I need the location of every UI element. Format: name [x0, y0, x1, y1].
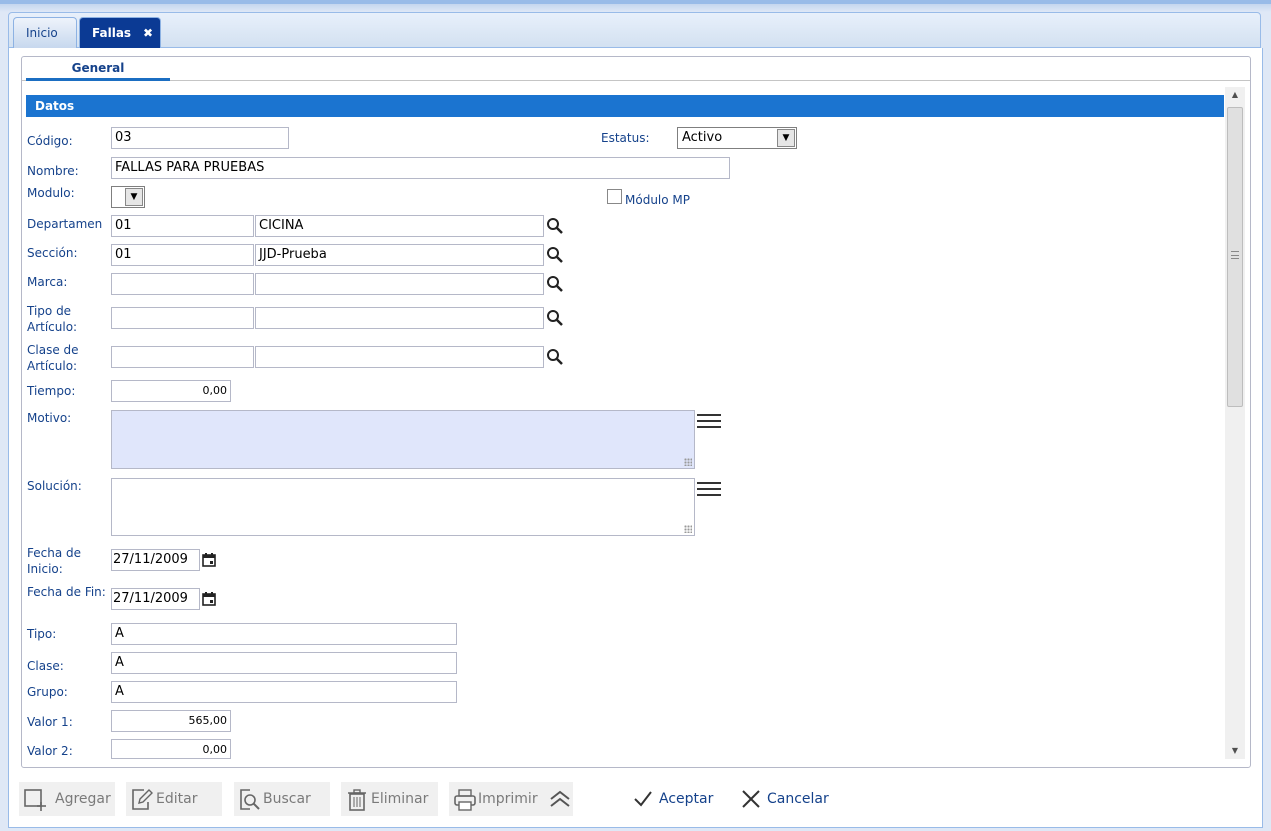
tiempo-label: Tiempo: — [27, 384, 76, 398]
close-icon[interactable]: ✖ — [143, 18, 153, 48]
check-icon — [634, 791, 652, 807]
fecha-fin-field[interactable]: 27/11/2009 — [111, 588, 200, 610]
valor1-field[interactable]: 565,00 — [111, 710, 231, 732]
calendar-icon[interactable] — [202, 592, 216, 606]
trash-icon — [348, 789, 366, 811]
tab-bar: Inicio Fallas ✖ — [8, 12, 1261, 48]
nombre-field[interactable]: FALLAS PARA PRUEBAS — [111, 157, 730, 179]
agregar-button[interactable]: Agregar — [19, 782, 115, 816]
search-icon[interactable] — [545, 274, 565, 294]
clase-field[interactable]: A — [111, 652, 457, 674]
cancelar-label: Cancelar — [767, 791, 829, 807]
eliminar-button[interactable]: Eliminar — [341, 782, 438, 816]
search-icon[interactable] — [545, 347, 565, 367]
search-icon — [240, 789, 260, 810]
subtab-bar: General — [22, 57, 1250, 81]
grupo-field[interactable]: A — [111, 681, 457, 703]
tiempo-field[interactable]: 0,00 — [111, 380, 231, 402]
seccion-name-field[interactable]: JJD-Prueba — [255, 244, 544, 266]
seccion-label: Sección: — [27, 246, 78, 260]
menu-icon[interactable] — [697, 414, 721, 434]
fecha-fin-label: Fecha de Fin: — [27, 585, 106, 599]
departamento-code-field[interactable]: 01 — [111, 215, 254, 237]
editar-button[interactable]: Editar — [126, 782, 222, 816]
marca-name-field[interactable] — [255, 273, 544, 295]
double-chevron-up-icon[interactable] — [549, 788, 571, 810]
tab-inicio[interactable]: Inicio — [13, 17, 77, 48]
estatus-value: Activo — [682, 130, 723, 145]
valor2-field[interactable]: 0,00 — [111, 739, 231, 759]
modulo-select[interactable]: ▼ — [111, 186, 145, 208]
codigo-field[interactable]: 03 — [111, 127, 289, 149]
aceptar-label: Aceptar — [659, 791, 714, 807]
codigo-label: Código: — [27, 134, 73, 148]
departamento-name-field[interactable]: CICINA — [255, 215, 544, 237]
aceptar-button[interactable]: Aceptar — [633, 782, 713, 816]
chevron-down-icon[interactable]: ▼ — [125, 188, 143, 206]
clase-label: Clase: — [27, 659, 64, 673]
estatus-select[interactable]: Activo ▼ — [677, 127, 797, 149]
search-icon[interactable] — [545, 308, 565, 328]
resize-handle-icon[interactable] — [684, 525, 692, 533]
clase-articulo-label: Clase de Artículo: — [27, 343, 79, 373]
marca-code-field[interactable] — [111, 273, 254, 295]
fecha-inicio-field[interactable]: 27/11/2009 — [111, 549, 200, 571]
buscar-label: Buscar — [263, 791, 311, 807]
resize-handle-icon[interactable] — [684, 458, 692, 466]
agregar-label: Agregar — [55, 791, 111, 807]
fecha-inicio-label: Fecha de Inicio: — [27, 546, 81, 576]
marca-label: Marca: — [27, 275, 68, 289]
scroll-up-arrow-icon[interactable]: ▲ — [1225, 87, 1245, 103]
clase-articulo-code-field[interactable] — [111, 346, 254, 368]
clase-articulo-name-field[interactable] — [255, 346, 544, 368]
imprimir-button[interactable]: Imprimir — [449, 782, 573, 816]
scroll-thumb[interactable] — [1227, 107, 1243, 407]
motivo-label: Motivo: — [27, 411, 72, 425]
add-icon — [24, 789, 46, 811]
close-icon — [742, 790, 760, 808]
departamento-label: Departamen — [27, 217, 103, 231]
cancelar-button[interactable]: Cancelar — [741, 782, 829, 816]
tab-fallas[interactable]: Fallas ✖ — [79, 17, 161, 48]
tab-fallas-label: Fallas — [92, 26, 132, 40]
tipo-articulo-name-field[interactable] — [255, 307, 544, 329]
menu-icon[interactable] — [697, 482, 721, 502]
valor1-label: Valor 1: — [27, 715, 73, 729]
motivo-textarea[interactable] — [111, 410, 695, 469]
vertical-scrollbar[interactable]: ▲ ▼ — [1225, 87, 1245, 759]
nombre-label: Nombre: — [27, 164, 79, 178]
app-window: Inicio Fallas ✖ General Datos ▲ ▼ Código:… — [0, 0, 1271, 831]
calendar-icon[interactable] — [202, 553, 216, 567]
tipo-label: Tipo: — [27, 627, 57, 641]
eliminar-label: Eliminar — [371, 791, 429, 807]
tab-general[interactable]: General — [26, 57, 170, 81]
grupo-label: Grupo: — [27, 685, 68, 699]
tipo-articulo-label: Tipo de Artículo: — [27, 304, 78, 334]
valor2-label: Valor 2: — [27, 744, 73, 758]
main-panel: General Datos ▲ ▼ Código: 03 Estatus: Ac… — [8, 48, 1263, 828]
modulo-label: Modulo: — [27, 186, 75, 200]
scroll-down-arrow-icon[interactable]: ▼ — [1225, 743, 1245, 759]
form-container: General Datos ▲ ▼ Código: 03 Estatus: Ac… — [21, 56, 1251, 768]
search-icon[interactable] — [545, 216, 565, 236]
tipo-field[interactable]: A — [111, 623, 457, 645]
printer-icon — [454, 789, 476, 811]
edit-icon — [132, 789, 153, 810]
editar-label: Editar — [156, 791, 198, 807]
solucion-textarea[interactable] — [111, 478, 695, 536]
search-icon[interactable] — [545, 245, 565, 265]
estatus-label: Estatus: — [601, 131, 650, 145]
modulo-mp-label: Módulo MP — [625, 193, 690, 207]
imprimir-label: Imprimir — [478, 791, 538, 807]
tab-inicio-label: Inicio — [26, 26, 58, 40]
modulo-mp-checkbox[interactable] — [607, 189, 622, 204]
tipo-articulo-code-field[interactable] — [111, 307, 254, 329]
solucion-label: Solución: — [27, 479, 82, 493]
chevron-down-icon[interactable]: ▼ — [777, 129, 795, 147]
buscar-button[interactable]: Buscar — [234, 782, 330, 816]
seccion-code-field[interactable]: 01 — [111, 244, 254, 266]
section-header-datos: Datos — [26, 95, 1224, 117]
